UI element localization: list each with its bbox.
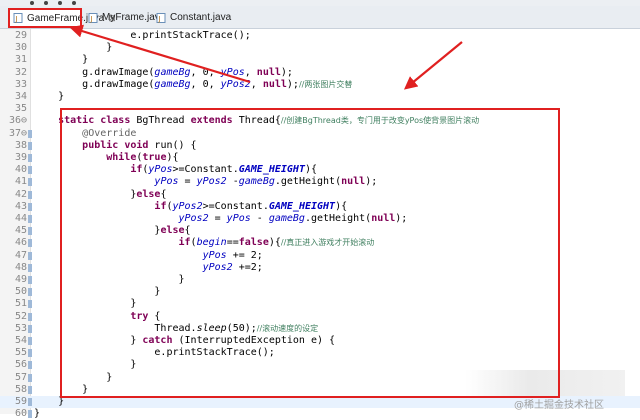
- annotation-arrow-to-tab: [69, 24, 251, 84]
- annotation-arrow-to-code: [403, 41, 463, 90]
- watermark: @稀土掘金技术社区: [514, 400, 604, 411]
- annotation-arrows: [69, 24, 463, 90]
